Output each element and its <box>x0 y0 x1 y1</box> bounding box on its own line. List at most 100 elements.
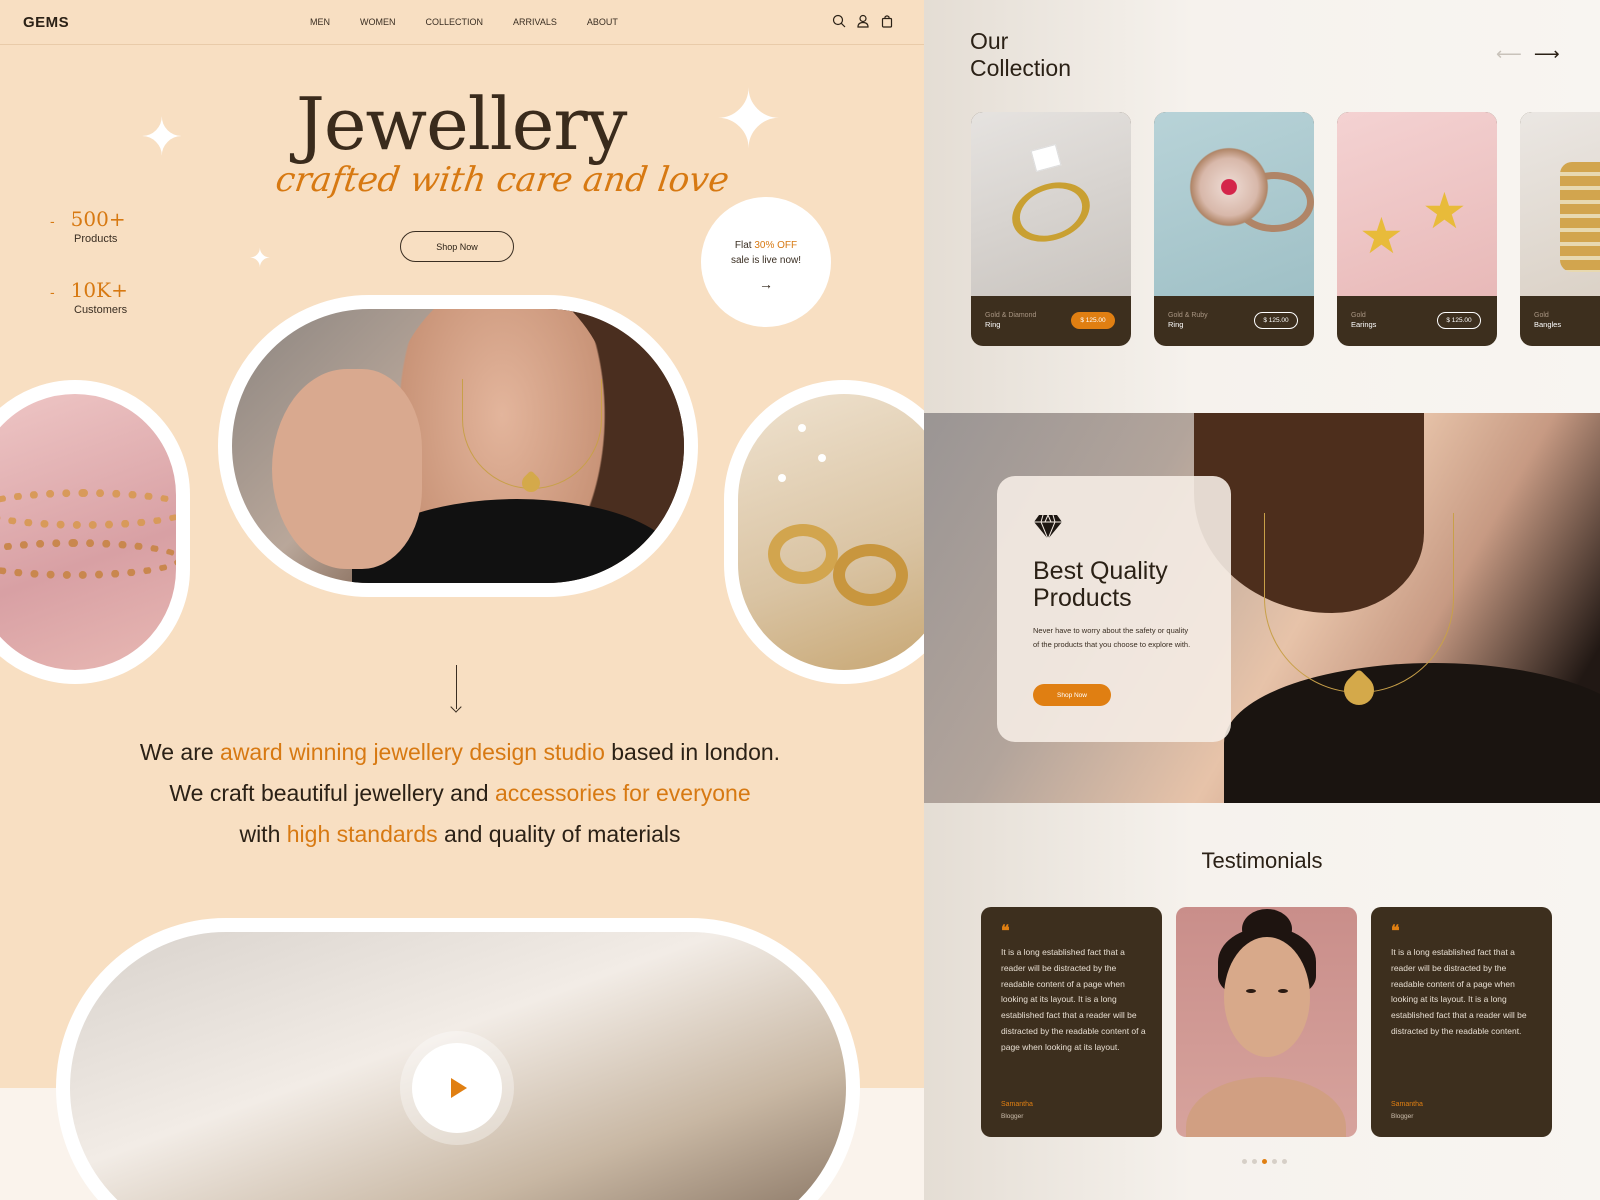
sparkle-icon: ✦ <box>249 244 271 274</box>
stat-dash: - <box>50 213 55 229</box>
testimonial-author: Samantha <box>1391 1101 1423 1108</box>
product-image <box>1154 112 1314 296</box>
landing-left-panel: GEMS MEN WOMEN COLLECTION ARRIVALS ABOUT… <box>0 0 924 1200</box>
product-name: Bangles <box>1534 320 1562 329</box>
carousel-dot[interactable] <box>1282 1159 1287 1164</box>
star-earring-icon: ★ <box>1359 207 1404 265</box>
nav-links: MEN WOMEN COLLECTION ARRIVALS ABOUT <box>310 17 648 27</box>
carousel-dot[interactable] <box>1252 1159 1257 1164</box>
diamond-icon <box>1034 514 1062 540</box>
quality-card: Best Quality Products Never have to worr… <box>997 476 1231 742</box>
hero-title: Jewellery <box>296 82 627 166</box>
quote-icon: ❝ <box>1391 921 1400 940</box>
bag-icon[interactable] <box>880 14 894 28</box>
product-card[interactable]: ★ ★ Gold Earings $ 125.00 <box>1337 112 1497 346</box>
about-highlight: high standards <box>286 821 438 847</box>
testimonial-text: It is a long established fact that a rea… <box>1001 947 1146 1052</box>
stat-customers: -10K+ Customers <box>50 278 128 316</box>
carousel-dots <box>1242 1159 1287 1164</box>
product-category: Gold & Diamond <box>985 312 1037 319</box>
testimonial-role: Blogger <box>1391 1113 1414 1120</box>
stat-products: -500+ Products <box>50 207 126 245</box>
flower-shape <box>778 474 786 482</box>
quality-title-line: Best Quality <box>1033 557 1168 585</box>
product-card[interactable]: Gold Bangles <box>1520 112 1600 346</box>
nav-link-women[interactable]: WOMEN <box>360 17 396 27</box>
nav-icons <box>832 14 894 28</box>
sale-prefix: Flat <box>734 240 755 251</box>
about-text-part: with <box>239 821 287 847</box>
price-badge[interactable]: $ 125.00 <box>1437 312 1481 329</box>
stat-value: 10K+ <box>70 278 128 302</box>
stat-label: Products <box>74 233 118 245</box>
nav-link-collection[interactable]: COLLECTION <box>426 17 484 27</box>
stat-value: 500+ <box>70 207 126 231</box>
logo[interactable]: GEMS <box>23 14 69 31</box>
testimonial-role: Blogger <box>1001 1113 1024 1120</box>
dress-shape <box>1224 663 1600 803</box>
testimonial-author: Samantha <box>1001 1101 1033 1108</box>
nav-link-about[interactable]: ABOUT <box>587 17 618 27</box>
testimonial-card: ❝ It is a long established fact that a r… <box>1371 907 1552 1137</box>
arrow-right-icon[interactable]: ⟶ <box>1534 44 1560 65</box>
about-highlight: accessories for everyone <box>494 780 751 806</box>
star-earring-icon: ★ <box>1422 182 1467 240</box>
product-name: Earings <box>1351 320 1377 329</box>
user-icon[interactable] <box>856 14 870 28</box>
product-card[interactable]: Gold & Ruby Ring $ 125.00 <box>1154 112 1314 346</box>
bracelet-shape <box>0 539 176 579</box>
sale-highlight: 30% OFF <box>754 240 798 251</box>
price-badge[interactable]: $ 125.00 <box>1071 312 1115 329</box>
collection-title: Our Collection <box>970 28 1071 82</box>
product-category: Gold <box>1351 312 1366 319</box>
hand-shape <box>272 369 422 569</box>
about-text-part: based in london. <box>604 739 781 765</box>
quality-title: Best Quality Products <box>1033 558 1168 612</box>
collection-arrows: ⟵ ⟶ <box>1496 44 1560 65</box>
ring-shape <box>768 524 838 584</box>
about-text: We are award winning jewellery design st… <box>40 732 880 855</box>
flower-shape <box>818 454 826 462</box>
ring-shape <box>833 544 908 606</box>
product-image <box>971 112 1131 296</box>
scroll-down-icon[interactable] <box>456 665 457 709</box>
product-image <box>1520 112 1600 296</box>
arrow-left-icon[interactable]: ⟵ <box>1496 44 1522 65</box>
bangles-shape <box>1560 162 1600 272</box>
carousel-dot[interactable] <box>1242 1159 1247 1164</box>
testimonials-title: Testimonials <box>1201 848 1323 873</box>
shop-now-button[interactable]: Shop Now <box>1033 684 1111 706</box>
quality-text: Never have to worry about the safety or … <box>1033 626 1191 649</box>
carousel-dot[interactable] <box>1262 1159 1267 1164</box>
carousel-dot[interactable] <box>1272 1159 1277 1164</box>
testimonial-card: ❝ It is a long established fact that a r… <box>981 907 1162 1137</box>
nav-link-arrivals[interactable]: ARRIVALS <box>513 17 557 27</box>
sale-line2: sale is live now! <box>730 255 802 266</box>
play-button[interactable] <box>412 1043 502 1133</box>
about-text-part: We are <box>139 739 221 765</box>
hero-subtitle: crafted with care and love <box>273 160 732 200</box>
search-icon[interactable] <box>832 14 846 28</box>
stat-dash: - <box>50 284 55 300</box>
product-info: Gold & Ruby Ring <box>1168 312 1208 329</box>
rings-image <box>724 380 924 684</box>
about-highlight: award winning jewellery design studio <box>220 739 605 765</box>
testimonial-photo <box>1176 907 1357 1137</box>
product-info: Gold & Diamond Ring <box>985 312 1036 329</box>
sale-badge[interactable]: Flat 30% OFF sale is live now! → <box>701 197 831 327</box>
landing-right-panel: Our Collection ⟵ ⟶ Gold & Diamond Ring $… <box>924 0 1600 1200</box>
bracelet-image <box>0 380 190 684</box>
ring-shape <box>1003 172 1099 252</box>
product-image: ★ ★ <box>1337 112 1497 296</box>
price-badge[interactable]: $ 125.00 <box>1254 312 1298 329</box>
nav-link-men[interactable]: MEN <box>310 17 330 27</box>
product-card[interactable]: Gold & Diamond Ring $ 125.00 <box>971 112 1131 346</box>
eye-shape <box>1246 989 1256 993</box>
quote-icon: ❝ <box>1001 921 1010 940</box>
arrow-right-icon[interactable]: → <box>701 276 831 292</box>
shop-now-button[interactable]: Shop Now <box>400 231 514 262</box>
collection-title-line: Our <box>970 28 1009 54</box>
about-text-part: and quality of materials <box>437 821 681 847</box>
face-shape <box>1224 937 1310 1057</box>
sparkle-icon: ✦ <box>140 108 184 168</box>
